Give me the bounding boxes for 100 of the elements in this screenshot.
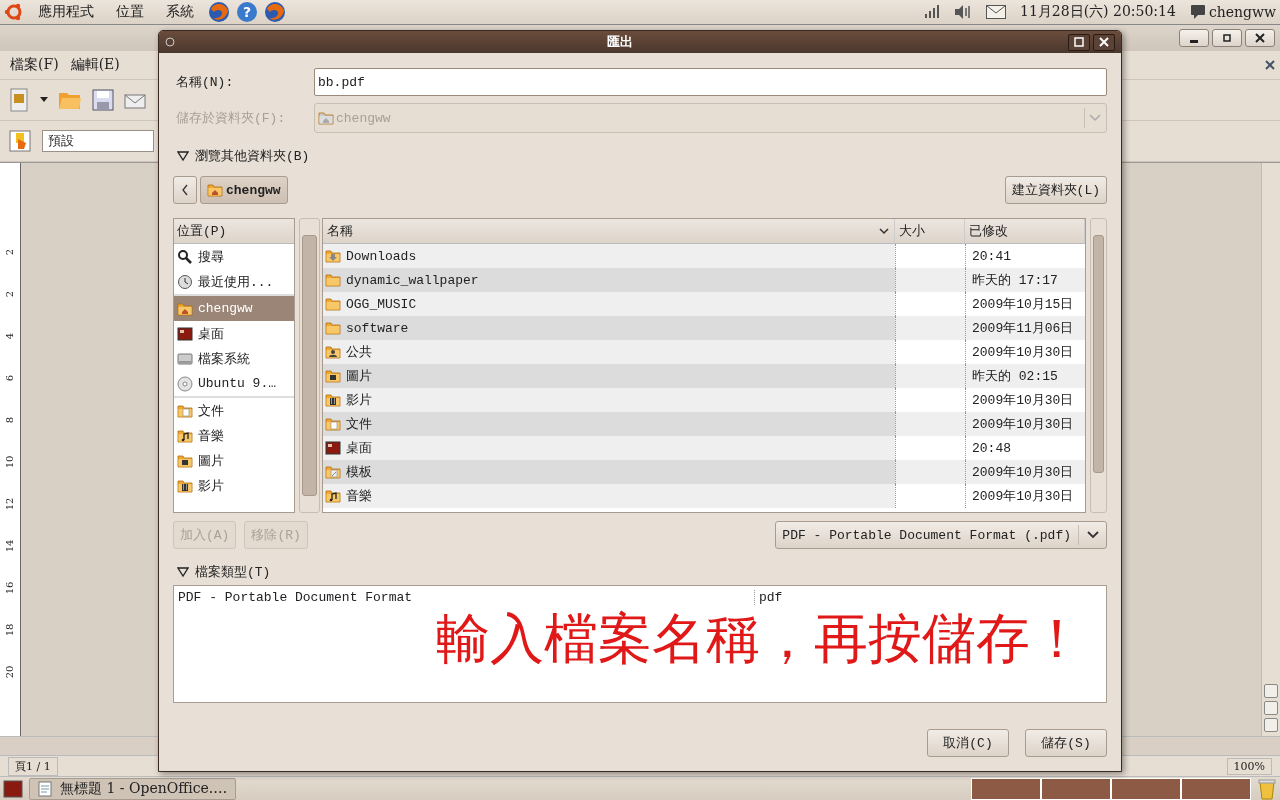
modified-date: 2009年10月15日 bbox=[972, 296, 1074, 313]
file-name: 文件 bbox=[346, 416, 372, 433]
page-count: 頁1 / 1 bbox=[8, 756, 58, 776]
file-type-extension: pdf bbox=[754, 590, 1106, 605]
file-name-field[interactable]: bb.pdf bbox=[314, 68, 1107, 96]
folder-icon bbox=[325, 296, 341, 312]
mail-icon[interactable] bbox=[986, 5, 1006, 19]
globe-fox-icon[interactable] bbox=[208, 1, 230, 23]
place-item[interactable]: 文件 bbox=[174, 398, 294, 423]
maximize-button[interactable] bbox=[1212, 29, 1242, 47]
chevron-down-icon bbox=[1087, 113, 1103, 123]
workspace-switcher[interactable] bbox=[971, 777, 1251, 800]
menu-item[interactable]: 編輯(E) bbox=[64, 56, 126, 74]
taskbar-button[interactable]: 無標題 1 - OpenOffice.… bbox=[29, 777, 237, 800]
dropdown-arrow-icon[interactable] bbox=[40, 97, 48, 103]
videos-folder-icon bbox=[325, 392, 341, 408]
file-name: 公共 bbox=[346, 344, 372, 361]
place-item[interactable]: 影片 bbox=[174, 473, 294, 498]
create-folder-button[interactable]: 建立資料夾(L) bbox=[1004, 176, 1107, 204]
file-name: 圖片 bbox=[346, 368, 372, 385]
home-folder-icon bbox=[318, 110, 334, 126]
file-type-name: PDF - Portable Document Format bbox=[177, 590, 414, 605]
download-folder-icon bbox=[325, 248, 341, 264]
user-name[interactable]: chengww bbox=[1208, 4, 1276, 20]
expanded-triangle-icon[interactable] bbox=[177, 150, 189, 162]
styles-icon[interactable] bbox=[8, 129, 32, 153]
annotation-text: 輸入檔案名稱，再按儲存！ bbox=[436, 607, 1084, 672]
volume-icon[interactable] bbox=[954, 4, 972, 20]
desktop-icon bbox=[177, 325, 193, 342]
next-page-button[interactable] bbox=[1264, 718, 1278, 732]
close-icon bbox=[1099, 37, 1109, 47]
field-label: 名稱(N): bbox=[175, 74, 235, 91]
dialog-button[interactable]: 儲存(S) bbox=[1025, 729, 1107, 757]
window-menu-icon[interactable] bbox=[165, 37, 175, 47]
file-type-dropdown[interactable]: PDF - Portable Document Format (.pdf) bbox=[775, 521, 1107, 549]
chevron-down-icon bbox=[1086, 530, 1100, 540]
place-item[interactable]: 最近使用... bbox=[174, 269, 294, 294]
place-item[interactable]: 檔案系統 bbox=[174, 346, 294, 371]
ubuntu-logo-icon[interactable] bbox=[4, 2, 24, 22]
place-item[interactable]: 圖片 bbox=[174, 448, 294, 473]
dialog-button[interactable]: 取消(C) bbox=[927, 729, 1009, 757]
clock-text[interactable]: 11月28日(六) 20:50:14 bbox=[1020, 3, 1176, 21]
envelope-icon[interactable] bbox=[124, 91, 146, 109]
navigator-button[interactable] bbox=[1264, 701, 1278, 715]
back-button[interactable] bbox=[173, 176, 197, 204]
close-button[interactable] bbox=[1245, 29, 1275, 47]
file-name: Downloads bbox=[346, 248, 417, 264]
modified-date: 2009年10月30日 bbox=[972, 488, 1074, 505]
place-item[interactable]: Ubuntu 9.… bbox=[174, 371, 294, 396]
style-field[interactable]: 預設 bbox=[42, 130, 154, 152]
videos-folder-icon bbox=[177, 477, 193, 494]
ruler-label: 2 bbox=[3, 248, 16, 256]
maximize-icon bbox=[1074, 37, 1084, 47]
signal-icon[interactable] bbox=[922, 4, 940, 20]
path-button[interactable]: chengww bbox=[200, 176, 288, 204]
home-folder-icon bbox=[177, 300, 193, 317]
home-folder-icon bbox=[207, 182, 223, 198]
previous-page-button[interactable] bbox=[1264, 684, 1278, 698]
close-document-icon[interactable] bbox=[1264, 59, 1276, 71]
ruler-label: 4 bbox=[3, 332, 16, 340]
minimize-icon bbox=[1189, 39, 1199, 43]
ruler-label: 2 bbox=[3, 290, 16, 298]
help-icon[interactable]: ? bbox=[236, 1, 258, 23]
panel-menu[interactable]: 位置 bbox=[108, 3, 152, 21]
panel-menu[interactable]: 系統 bbox=[158, 3, 202, 21]
ruler-label: 20 bbox=[3, 665, 16, 679]
maximize-icon bbox=[1222, 33, 1232, 43]
close-button[interactable] bbox=[1093, 33, 1115, 51]
music-folder-icon bbox=[177, 427, 193, 444]
ruler-label: 18 bbox=[3, 623, 16, 637]
close-icon bbox=[1255, 33, 1265, 43]
documents-folder-icon bbox=[325, 416, 341, 432]
maximize-button[interactable] bbox=[1068, 33, 1090, 51]
vertical-scrollbar[interactable] bbox=[1261, 163, 1280, 736]
place-item[interactable]: 桌面 bbox=[174, 321, 294, 346]
column-header[interactable]: 位置(P) bbox=[174, 219, 294, 244]
minimize-button[interactable] bbox=[1179, 29, 1209, 47]
expander-label[interactable]: 檔案類型(T) bbox=[195, 563, 271, 581]
menu-item[interactable]: 檔案(F) bbox=[4, 56, 65, 74]
file-name: 桌面 bbox=[346, 440, 372, 457]
show-desktop-icon[interactable] bbox=[3, 779, 23, 798]
modified-date: 20:48 bbox=[972, 440, 1011, 456]
file-name: 音樂 bbox=[346, 488, 372, 505]
panel-menu[interactable]: 應用程式 bbox=[30, 3, 102, 21]
desktop-icon bbox=[325, 440, 341, 456]
place-item[interactable]: 搜尋 bbox=[174, 244, 294, 269]
modified-date: 昨天的 17:17 bbox=[972, 272, 1058, 289]
scrollbar[interactable] bbox=[299, 218, 320, 513]
place-item[interactable]: 音樂 bbox=[174, 423, 294, 448]
scrollbar[interactable] bbox=[1090, 218, 1107, 513]
chat-bubble-icon[interactable] bbox=[1189, 4, 1206, 20]
zoom-level[interactable]: 100% bbox=[1226, 757, 1272, 775]
expanded-triangle-icon[interactable] bbox=[177, 566, 189, 578]
ruler-label: 6 bbox=[3, 374, 16, 382]
ruler-label: 14 bbox=[3, 539, 16, 553]
folder-icon bbox=[325, 320, 341, 336]
modified-date: 2009年10月30日 bbox=[972, 416, 1074, 433]
ruler-label: 10 bbox=[3, 455, 16, 469]
globe-fox-icon[interactable] bbox=[264, 1, 286, 23]
expander-label[interactable]: 瀏覽其他資料夾(B) bbox=[195, 147, 310, 165]
